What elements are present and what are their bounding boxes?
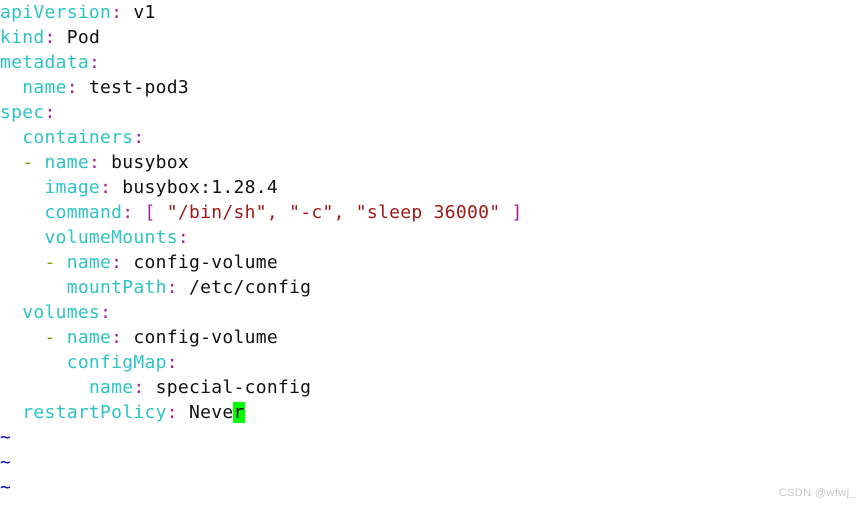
tilde-icon: ~ <box>0 477 12 498</box>
yaml-key: configMap <box>66 352 167 373</box>
yaml-value: Neve <box>177 402 234 423</box>
code-line[interactable]: command: [ "/bin/sh", "-c", "sleep 36000… <box>0 200 864 225</box>
colon-punctuation: : <box>133 377 145 398</box>
colon-punctuation: : <box>122 202 134 223</box>
code-line[interactable]: configMap: <box>0 350 864 375</box>
open-bracket: [ <box>144 202 156 223</box>
empty-line-marker-row: ~ <box>0 475 864 500</box>
colon-punctuation: : <box>111 252 123 273</box>
code-line[interactable]: containers: <box>0 125 864 150</box>
yaml-key: name <box>22 77 67 98</box>
code-line[interactable]: metadata: <box>0 50 864 75</box>
yaml-key: name <box>88 377 134 398</box>
vim-editor-window[interactable]: apiVersion: v1 kind: Pod metadata: name: t… <box>0 0 864 505</box>
code-line[interactable]: kind: Pod <box>0 25 864 50</box>
colon-punctuation: : <box>133 127 145 148</box>
yaml-key: mountPath <box>66 277 167 298</box>
colon-punctuation: : <box>88 152 101 173</box>
command-string: "/bin/sh" <box>166 202 267 223</box>
yaml-value: test-pod3 <box>77 77 189 98</box>
code-line[interactable]: - name: config-volume <box>0 325 864 350</box>
yaml-key: kind <box>0 27 45 48</box>
colon-punctuation: : <box>100 302 112 323</box>
colon-punctuation: : <box>111 327 123 348</box>
yaml-key: name <box>66 327 112 348</box>
list-dash: - <box>22 152 45 173</box>
code-line[interactable]: image: busybox:1.28.4 <box>0 175 864 200</box>
empty-line-marker-row: ~ <box>0 450 864 475</box>
close-bracket: ] <box>511 202 523 223</box>
code-line[interactable]: name: special-config <box>0 375 864 400</box>
yaml-value: busybox:1.28.4 <box>111 177 278 198</box>
command-string: "sleep 36000" <box>355 202 501 223</box>
yaml-value: Pod <box>55 27 101 48</box>
yaml-value: special-config <box>144 377 312 398</box>
yaml-key: volumeMounts <box>44 227 178 248</box>
text-cursor[interactable]: r <box>233 402 245 423</box>
list-dash: - <box>44 327 67 348</box>
colon-punctuation: : <box>166 352 178 373</box>
colon-punctuation: : <box>166 402 178 423</box>
yaml-value: busybox <box>100 152 189 173</box>
yaml-value: /etc/config <box>177 277 312 298</box>
colon-punctuation: : <box>88 52 101 73</box>
code-line[interactable]: volumes: <box>0 300 864 325</box>
colon-punctuation: : <box>66 77 78 98</box>
colon-punctuation: : <box>177 227 189 248</box>
yaml-key: containers <box>22 127 134 148</box>
colon-punctuation: : <box>44 27 56 48</box>
tilde-icon: ~ <box>0 427 12 448</box>
yaml-document[interactable]: apiVersion: v1 kind: Pod metadata: name: t… <box>0 0 864 500</box>
code-line[interactable]: apiVersion: v1 <box>0 0 864 25</box>
colon-punctuation: : <box>44 102 56 123</box>
list-dash: - <box>44 252 67 273</box>
yaml-value: config-volume <box>122 327 278 348</box>
code-line[interactable]: - name: busybox <box>0 150 864 175</box>
code-line[interactable]: - name: config-volume <box>0 250 864 275</box>
empty-line-marker-row: ~ <box>0 425 864 450</box>
yaml-value: config-volume <box>122 252 278 273</box>
watermark: CSDN @wfwj_ <box>778 487 856 499</box>
tilde-icon: ~ <box>0 452 12 473</box>
code-line[interactable]: name: test-pod3 <box>0 75 864 100</box>
yaml-key: apiVersion <box>0 2 112 23</box>
colon-punctuation: : <box>111 2 123 23</box>
comma-separator: , <box>333 202 356 223</box>
code-line[interactable]: volumeMounts: <box>0 225 864 250</box>
colon-punctuation: : <box>166 277 178 298</box>
command-string: "-c" <box>289 202 334 223</box>
yaml-key: spec <box>0 102 45 123</box>
code-line[interactable]: restartPolicy: Never <box>0 400 864 425</box>
yaml-key: command <box>44 202 123 223</box>
colon-punctuation: : <box>100 177 112 198</box>
code-line[interactable]: mountPath: /etc/config <box>0 275 864 300</box>
yaml-key: name <box>44 152 89 173</box>
comma-separator: , <box>266 202 290 223</box>
yaml-value: v1 <box>122 2 156 23</box>
yaml-key: name <box>66 252 112 273</box>
code-line[interactable]: spec: <box>0 100 864 125</box>
yaml-key: metadata <box>0 52 89 73</box>
yaml-key: volumes <box>22 302 101 323</box>
yaml-key: image <box>44 177 101 198</box>
yaml-key: restartPolicy <box>22 402 167 423</box>
